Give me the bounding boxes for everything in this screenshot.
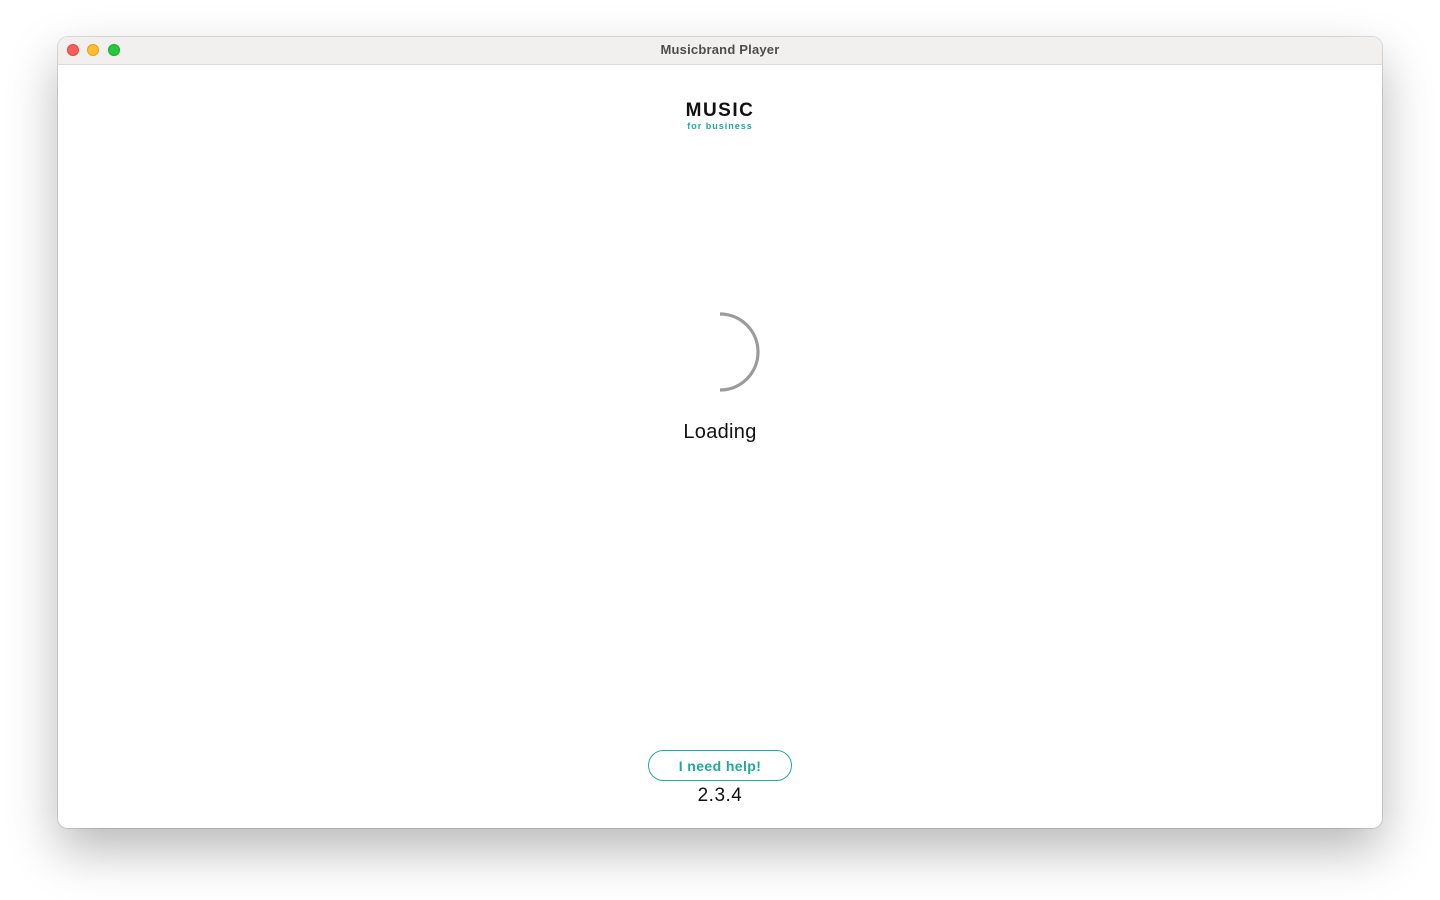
logo-sub-text: for business bbox=[687, 121, 753, 131]
desktop: Musicbrand Player MUSIC for business Loa… bbox=[0, 0, 1440, 900]
loading-spinner-icon bbox=[719, 312, 760, 392]
app-window: Musicbrand Player MUSIC for business Loa… bbox=[58, 37, 1382, 828]
version-label: 2.3.4 bbox=[697, 785, 743, 806]
loading-label: Loading bbox=[683, 421, 757, 443]
main-content: MUSIC for business Loading I need help! … bbox=[58, 65, 1382, 828]
window-title: Musicbrand Player bbox=[660, 42, 780, 57]
logo-main-text: MUSIC bbox=[685, 100, 755, 121]
brand-logo: MUSIC for business bbox=[58, 101, 1382, 131]
title-bar: Musicbrand Player bbox=[58, 37, 1382, 65]
help-button[interactable]: I need help! bbox=[648, 750, 792, 781]
